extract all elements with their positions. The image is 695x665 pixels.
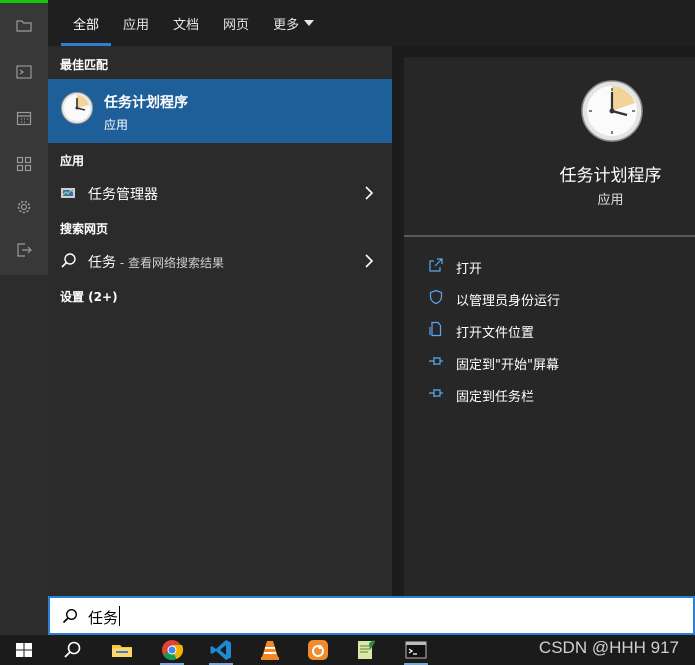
action-open-label: 打开	[456, 262, 483, 277]
notepad-icon	[358, 640, 375, 659]
web-result-subtext: - 查看网络搜索结果	[116, 256, 224, 270]
taskbar-vlc[interactable]	[250, 635, 290, 665]
taskbar: CSDN @HHH 917	[0, 635, 695, 665]
action-run-as-admin[interactable]: 以管理员身份运行	[404, 282, 695, 312]
taskbar-vscode[interactable]	[201, 635, 241, 665]
best-match-name: 任务计划程序	[104, 95, 188, 111]
action-open[interactable]: 打开	[404, 250, 695, 280]
sign-out-icon	[17, 243, 32, 257]
tab-more-label: 更多	[273, 17, 300, 33]
results-list: 最佳匹配 任务计划程序 应用 应用 任务管理器 搜索网页 任务 - 查看网络搜索…	[48, 46, 392, 596]
rail-apps-button[interactable]	[0, 141, 48, 187]
pin-icon	[429, 357, 443, 365]
terminal-icon	[16, 65, 32, 79]
taskbar-uc-browser[interactable]	[298, 635, 338, 665]
action-open-file-location-label: 打开文件位置	[456, 326, 535, 341]
gear-icon	[17, 200, 31, 214]
search-input[interactable]: 任务	[88, 607, 118, 628]
tab-web-label: 网页	[223, 17, 250, 33]
web-header: 搜索网页	[60, 222, 109, 236]
taskbar-cmd[interactable]	[396, 635, 436, 665]
best-match-header: 最佳匹配	[60, 58, 109, 72]
chrome-icon	[162, 640, 184, 661]
tab-apps[interactable]: 应用	[111, 0, 161, 46]
settings-header[interactable]: 设置 (2+)	[60, 288, 118, 305]
app-result-item[interactable]: 任务管理器	[48, 176, 392, 210]
tab-all[interactable]: 全部	[61, 0, 112, 46]
tab-documents-label: 文档	[173, 17, 200, 33]
search-icon	[61, 253, 76, 268]
calendar-icon	[16, 111, 32, 126]
rail-settings-button[interactable]	[0, 184, 48, 230]
action-pin-to-taskbar[interactable]: 固定到任务栏	[404, 378, 695, 408]
action-pin-to-taskbar-label: 固定到任务栏	[456, 390, 535, 405]
taskbar-search-button[interactable]	[52, 635, 92, 665]
taskbar-notepad[interactable]	[346, 635, 386, 665]
search-box[interactable]: 任务	[48, 596, 695, 635]
web-result-label: 任务 - 查看网络搜索结果	[88, 252, 224, 272]
taskbar-file-explorer[interactable]	[102, 635, 142, 665]
apps-grid-icon	[16, 156, 32, 172]
detail-pane: 任务计划程序 应用 打开 以管理员身份运行 打开文件位置 固定到"开始"屏幕 固…	[404, 57, 695, 596]
detail-title: 任务计划程序	[559, 166, 662, 186]
chevron-right-icon[interactable]	[364, 186, 374, 200]
shield-icon	[429, 289, 443, 305]
tab-apps-label: 应用	[123, 17, 150, 33]
action-pin-to-start-label: 固定到"开始"屏幕	[456, 358, 559, 373]
action-run-as-admin-label: 以管理员身份运行	[456, 294, 561, 309]
apps-header: 应用	[60, 154, 85, 168]
web-result-item[interactable]: 任务 - 查看网络搜索结果	[48, 244, 392, 278]
chevron-right-icon[interactable]	[364, 254, 374, 268]
action-open-file-location[interactable]: 打开文件位置	[404, 314, 695, 344]
tab-web[interactable]: 网页	[211, 0, 261, 46]
tab-more[interactable]: 更多	[261, 0, 326, 46]
file-explorer-icon	[112, 645, 132, 657]
text-cursor	[119, 606, 120, 626]
taskbar-chrome[interactable]	[152, 635, 192, 665]
rail-signout-button[interactable]	[0, 227, 48, 273]
best-match-item[interactable]: 任务计划程序 应用	[48, 79, 392, 143]
rail-terminal-button[interactable]	[0, 49, 48, 95]
task-manager-icon	[61, 188, 75, 198]
search-panel: 全部 应用 文档 网页 更多 最佳匹配 任务计划程序 应用 应用 任务管理器 搜…	[48, 0, 695, 635]
background-app-rail	[0, 0, 48, 635]
web-query-text: 任务	[88, 255, 116, 271]
file-location-icon	[429, 321, 442, 337]
search-icon	[64, 641, 81, 658]
search-icon	[62, 608, 78, 624]
start-button[interactable]	[4, 635, 44, 665]
detail-divider	[404, 235, 695, 237]
vlc-icon	[261, 641, 279, 660]
cmd-icon	[405, 641, 427, 659]
action-pin-to-start[interactable]: 固定到"开始"屏幕	[404, 346, 695, 376]
search-tabs: 全部 应用 文档 网页 更多	[48, 0, 695, 46]
app-result-label: 任务管理器	[88, 187, 158, 203]
vscode-icon	[210, 640, 231, 660]
windows-start-icon	[16, 643, 32, 657]
detail-type: 应用	[597, 193, 624, 208]
uc-browser-icon	[308, 640, 328, 660]
tab-documents[interactable]: 文档	[161, 0, 211, 46]
pin-icon	[429, 389, 443, 397]
open-icon	[429, 258, 443, 272]
rail-folder-button[interactable]	[0, 3, 48, 49]
tab-all-label: 全部	[73, 17, 100, 33]
rail-calendar-button[interactable]	[0, 95, 48, 141]
best-match-type: 应用	[104, 118, 129, 132]
clock-icon	[61, 92, 93, 124]
watermark-text: CSDN @HHH 917	[538, 638, 679, 657]
clock-icon	[581, 80, 643, 142]
folder-icon	[16, 20, 32, 32]
caret-down-icon	[304, 20, 315, 26]
